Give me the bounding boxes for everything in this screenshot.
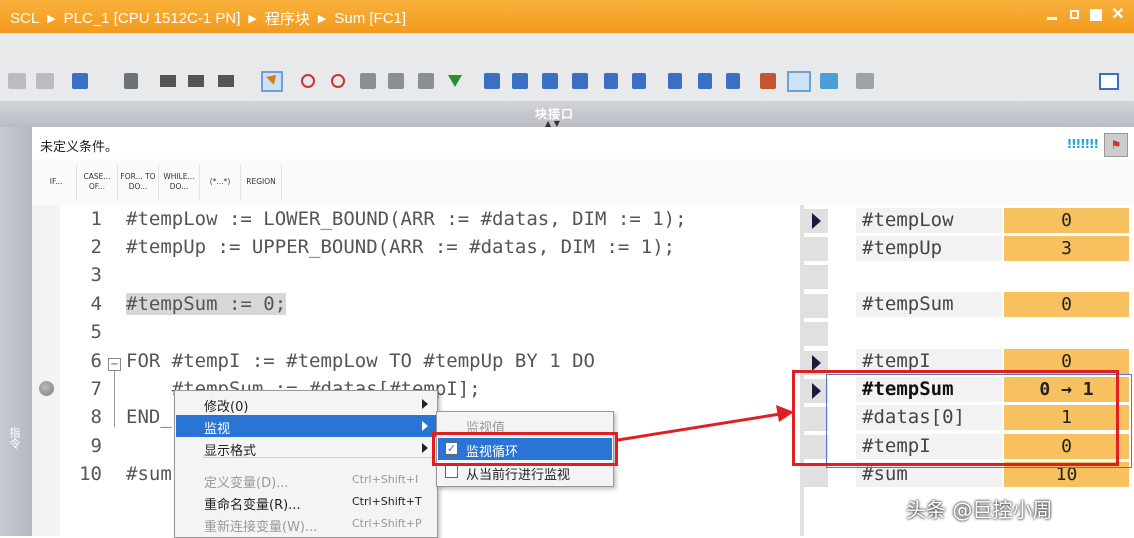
watermark: 头条 @巨控小周: [906, 498, 1053, 522]
arrow-head-icon: [776, 405, 794, 422]
annotation-arrow: [617, 405, 794, 442]
arrow-line: [617, 412, 781, 442]
